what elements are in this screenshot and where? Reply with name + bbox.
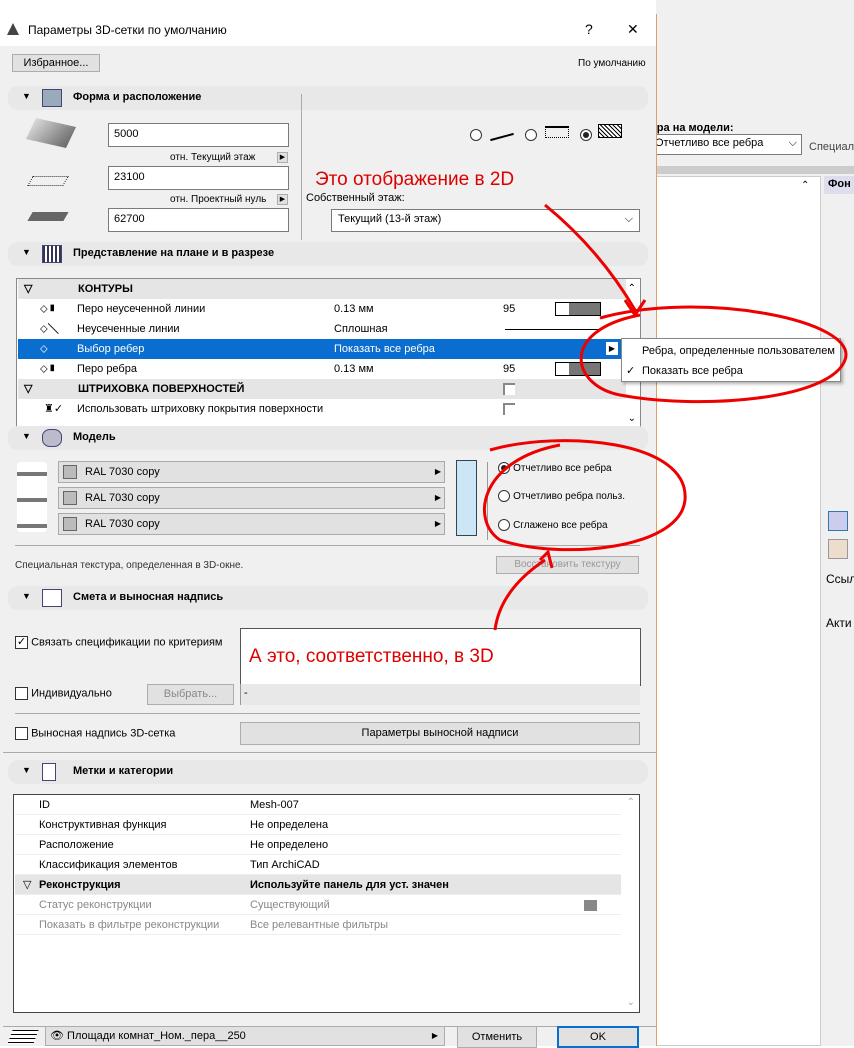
red-annotation-marks <box>483 203 848 631</box>
arrow-2d <box>544 203 637 311</box>
ellipse-model <box>483 439 687 552</box>
arrow-3d <box>493 558 546 631</box>
arrowhead-3d <box>538 549 554 569</box>
ellipse-popup <box>579 305 848 404</box>
